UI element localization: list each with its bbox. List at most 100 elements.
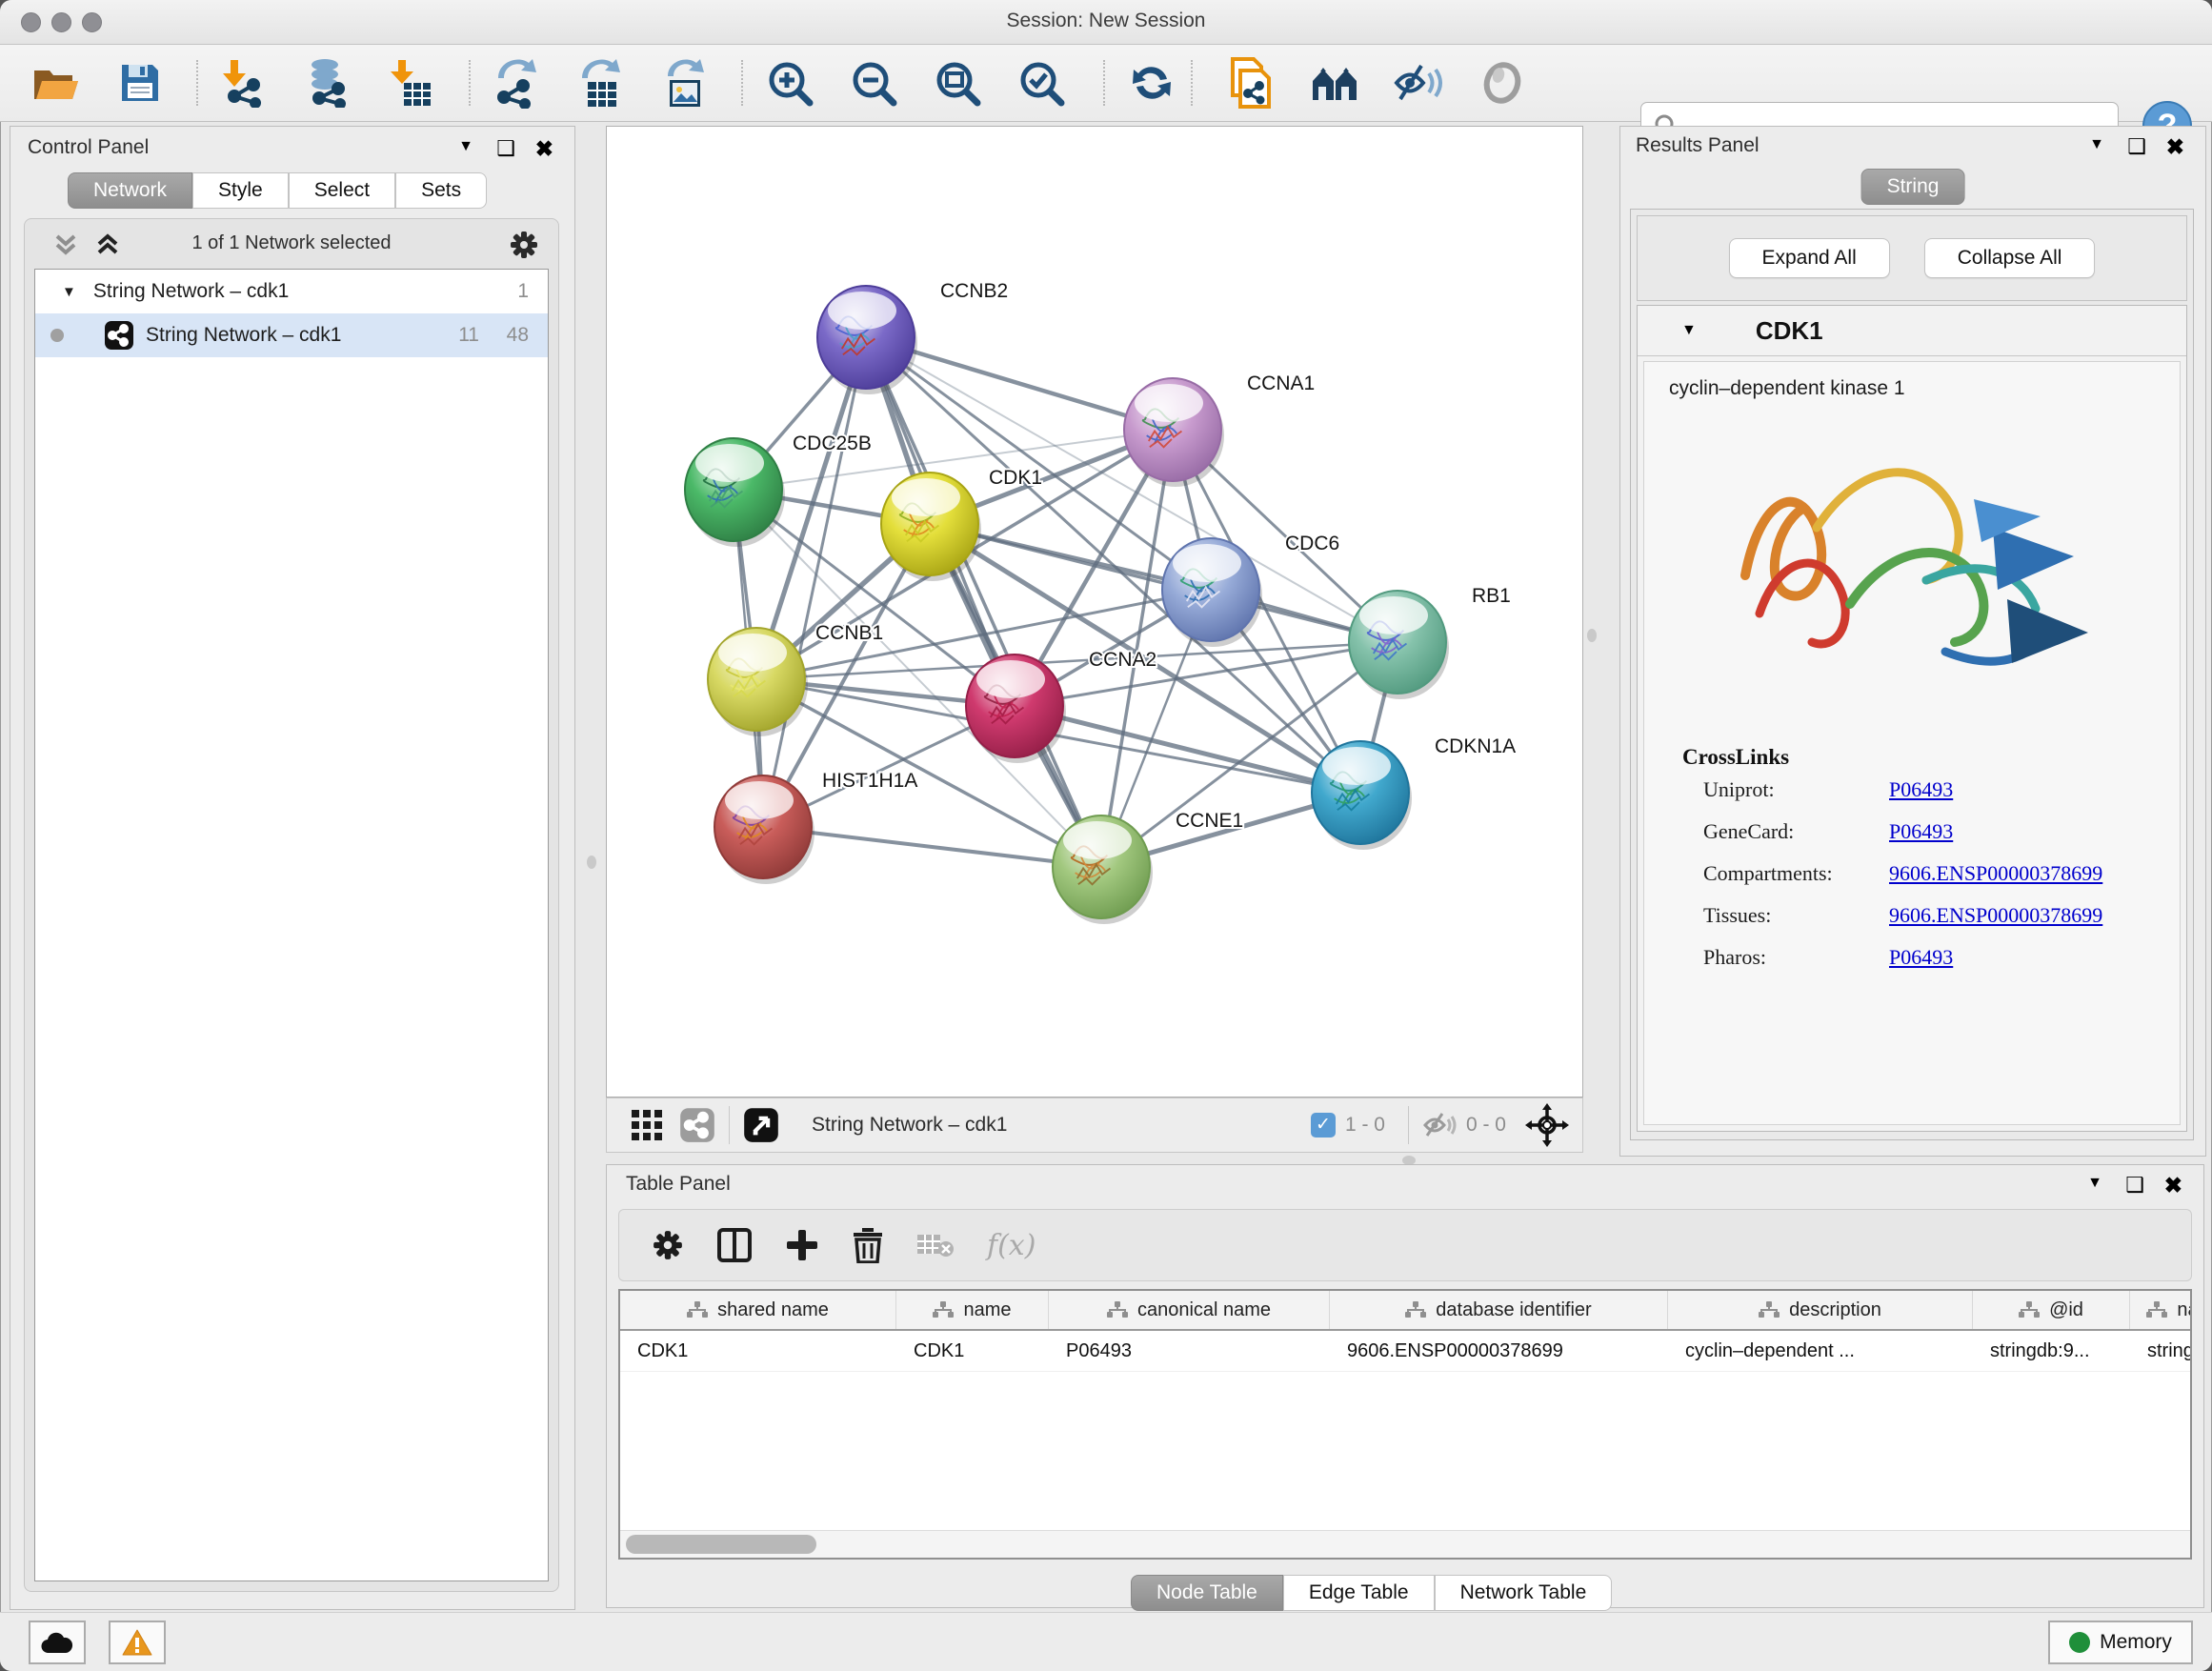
tab-style[interactable]: Style <box>192 172 289 209</box>
zoom-selected-button[interactable] <box>1014 56 1069 110</box>
column-header-canonical-name[interactable]: canonical name <box>1049 1291 1330 1329</box>
selected-node-edge-count: 1 - 0 <box>1345 1114 1385 1137</box>
expand-all-button[interactable]: Expand All <box>1729 238 1890 278</box>
gear-icon[interactable] <box>509 230 539 260</box>
crosslinks-heading: CrossLinks <box>1682 745 2180 770</box>
panel-collapse-icon[interactable]: ▼ <box>458 138 473 155</box>
network-collection-row[interactable]: ▼ String Network – cdk1 1 <box>35 270 548 313</box>
column-header-namespac[interactable]: namespac <box>2130 1291 2192 1329</box>
memory-button[interactable]: Memory <box>2048 1621 2193 1664</box>
panel-float-icon[interactable]: ❑ <box>2125 1173 2144 1198</box>
cell-database-identifier[interactable]: 9606.ENSP00000378699 <box>1330 1331 1668 1371</box>
create-column-button[interactable] <box>785 1228 819 1262</box>
export-network-button[interactable] <box>488 56 543 110</box>
tab-sets[interactable]: Sets <box>395 172 487 209</box>
tab-node-table[interactable]: Node Table <box>1131 1575 1283 1611</box>
network-node-ccnb2[interactable]: CCNB2 <box>817 280 1008 394</box>
cell-name[interactable]: CDK1 <box>896 1331 1049 1371</box>
network-node-ccnb1[interactable]: CCNB1 <box>708 622 883 736</box>
export-image-button[interactable] <box>655 56 711 110</box>
string-home-button[interactable] <box>1307 56 1362 110</box>
crosslink-link[interactable]: P06493 <box>1889 945 1953 970</box>
warnings-button[interactable] <box>109 1621 166 1664</box>
network-status-dot <box>50 329 64 342</box>
cloud-status-button[interactable] <box>29 1621 86 1664</box>
panel-close-icon[interactable]: ✖ <box>2166 134 2184 160</box>
network-node-hist1h1a[interactable]: HIST1H1A <box>714 770 917 884</box>
cell-description[interactable]: cyclin–dependent ... <box>1668 1331 1973 1371</box>
panel-float-icon[interactable]: ❑ <box>2127 134 2146 159</box>
node-label-ccnb1: CCNB1 <box>815 622 883 644</box>
save-session-icon <box>119 62 161 104</box>
import-table-button[interactable] <box>383 56 438 110</box>
table-settings-button[interactable] <box>652 1229 684 1261</box>
fit-content-crosshair-icon[interactable] <box>1525 1103 1569 1147</box>
network-view-canvas[interactable]: CCNB2CCNA1CDC25BCDK1CDC6RB1CCNB1CCNA2CDK… <box>606 126 1583 1097</box>
crosslink-link[interactable]: P06493 <box>1889 777 1953 802</box>
hide-unhide-button[interactable] <box>1391 56 1446 110</box>
import-network-database-button[interactable] <box>299 56 354 110</box>
zoom-fit-button[interactable] <box>930 56 985 110</box>
network-row-selected[interactable]: String Network – cdk1 11 48 <box>35 313 548 357</box>
splitter-handle[interactable] <box>587 856 596 869</box>
import-network-file-button[interactable] <box>215 56 271 110</box>
graphics-details-button[interactable] <box>1475 56 1530 110</box>
crosslink-link[interactable]: 9606.ENSP00000378699 <box>1889 861 2102 886</box>
export-table-button[interactable] <box>572 56 627 110</box>
panel-close-icon[interactable]: ✖ <box>2164 1173 2182 1198</box>
network-node-ccna1[interactable]: CCNA1 <box>1124 372 1315 487</box>
protein-section-header[interactable]: ▼ CDK1 <box>1638 306 2186 356</box>
cell-namespac[interactable]: stringdb <box>2130 1331 2192 1371</box>
network-node-cdc25b[interactable]: CDC25B <box>685 433 872 547</box>
save-session-button[interactable] <box>112 56 168 110</box>
column-header--id[interactable]: @id <box>1973 1291 2130 1329</box>
network-edge[interactable] <box>763 337 866 827</box>
crosslink-link[interactable]: P06493 <box>1889 819 1953 844</box>
cell-canonical-name[interactable]: P06493 <box>1049 1331 1330 1371</box>
scrollbar-thumb[interactable] <box>626 1535 816 1554</box>
network-share-icon[interactable] <box>679 1107 715 1143</box>
birdseye-view-icon[interactable] <box>743 1107 779 1143</box>
collapse-all-button[interactable]: Collapse All <box>1924 238 2096 278</box>
node-label-ccna1: CCNA1 <box>1247 372 1315 394</box>
horizontal-scrollbar[interactable] <box>620 1530 2190 1558</box>
column-header-shared-name[interactable]: shared name <box>620 1291 896 1329</box>
show-columns-button[interactable] <box>716 1227 753 1263</box>
tab-string[interactable]: String <box>1861 169 1965 205</box>
delete-column-button[interactable] <box>852 1227 884 1263</box>
grid-view-icon[interactable] <box>630 1108 664 1142</box>
network-node-cdc6[interactable]: CDC6 <box>1162 533 1339 647</box>
cell--id[interactable]: stringdb:9... <box>1973 1331 2130 1371</box>
hidden-eye-icon <box>1422 1111 1457 1139</box>
tab-edge-table[interactable]: Edge Table <box>1283 1575 1435 1611</box>
network-node-cdkn1a[interactable]: CDKN1A <box>1312 735 1516 850</box>
tree-expander-icon[interactable]: ▼ <box>62 284 76 300</box>
panel-collapse-icon[interactable]: ▼ <box>2087 1175 2102 1192</box>
network-edge[interactable] <box>1015 706 1360 793</box>
column-header-description[interactable]: description <box>1668 1291 1973 1329</box>
tab-network-table[interactable]: Network Table <box>1435 1575 1613 1611</box>
zoom-in-button[interactable] <box>762 56 817 110</box>
cell-shared-name[interactable]: CDK1 <box>620 1331 896 1371</box>
column-header-name[interactable]: name <box>896 1291 1049 1329</box>
section-expander-icon[interactable]: ▼ <box>1681 322 1697 339</box>
splitter-handle[interactable] <box>1587 629 1597 642</box>
duplicate-network-button[interactable] <box>1223 56 1278 110</box>
panel-collapse-icon[interactable]: ▼ <box>2089 136 2104 153</box>
toolbar-separator <box>741 60 743 106</box>
network-node-rb1[interactable]: RB1 <box>1349 585 1511 699</box>
network-node-ccne1[interactable]: CCNE1 <box>1053 810 1243 924</box>
refresh-layout-button[interactable] <box>1124 56 1179 110</box>
table-row[interactable]: CDK1CDK1P064939606.ENSP00000378699cyclin… <box>620 1331 2190 1372</box>
tab-select[interactable]: Select <box>289 172 395 209</box>
column-header-database-identifier[interactable]: database identifier <box>1330 1291 1668 1329</box>
open-session-button[interactable] <box>29 56 84 110</box>
selected-checkbox-icon[interactable]: ✓ <box>1311 1113 1336 1137</box>
crosslink-link[interactable]: 9606.ENSP00000378699 <box>1889 903 2102 928</box>
hidden-node-edge-count: 0 - 0 <box>1466 1114 1506 1137</box>
panel-float-icon[interactable]: ❑ <box>496 136 515 161</box>
tab-network[interactable]: Network <box>68 172 192 209</box>
zoom-out-button[interactable] <box>846 56 901 110</box>
panel-close-icon[interactable]: ✖ <box>535 136 553 162</box>
table-tabs: Node TableEdge TableNetwork Table <box>1131 1575 1612 1611</box>
